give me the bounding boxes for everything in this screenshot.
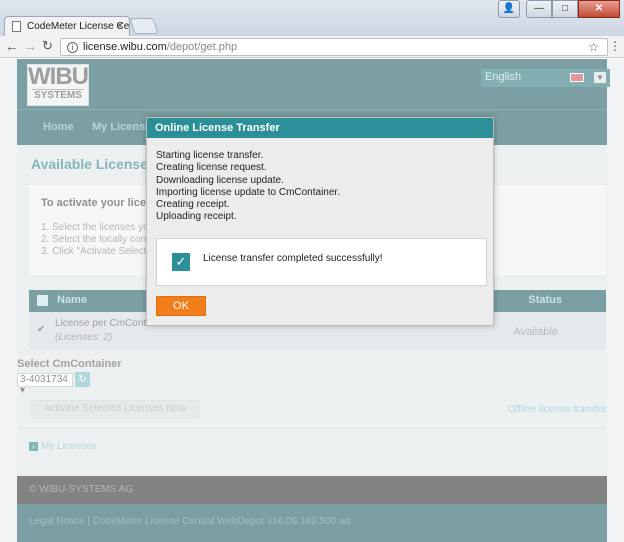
dialog-title: Online License Transfer	[147, 118, 493, 138]
browser-toolbar: ← → ↻ i license.wibu.com/depot/get.php ☆…	[0, 36, 624, 58]
browser-titlebar: CodeMeter License Centr × 👤 — □ ✕	[0, 0, 624, 36]
forward-icon[interactable]: →	[23, 38, 37, 54]
bookmark-star-icon[interactable]: ☆	[588, 40, 599, 54]
license-transfer-dialog: Online License Transfer Starting license…	[146, 117, 494, 326]
document-icon	[12, 21, 21, 32]
maximize-button[interactable]: □	[552, 0, 578, 18]
minimize-button[interactable]: —	[526, 0, 552, 18]
checkmark-icon: ✓	[172, 253, 190, 271]
reload-icon[interactable]: ↻	[42, 38, 53, 54]
address-bar[interactable]: i license.wibu.com/depot/get.php ☆	[60, 38, 608, 56]
url-path: /depot/get.php	[166, 41, 238, 53]
close-tab-icon[interactable]: ×	[117, 20, 123, 32]
log-line: Creating license request.	[156, 162, 267, 174]
back-icon[interactable]: ←	[5, 38, 19, 54]
user-icon[interactable]: 👤	[498, 0, 520, 18]
log-line: Downloading license update.	[156, 174, 284, 186]
info-icon[interactable]: i	[67, 42, 78, 53]
window-controls: 👤 — □ ✕	[498, 0, 620, 18]
tab-title: CodeMeter License Centr	[27, 21, 130, 32]
log-line: Creating receipt.	[156, 199, 230, 211]
new-tab-button[interactable]	[129, 18, 159, 34]
menu-dots-icon[interactable]: ⋮	[609, 39, 621, 53]
browser-tab[interactable]: CodeMeter License Centr ×	[4, 16, 130, 36]
success-message: License transfer completed successfully!	[203, 253, 383, 264]
close-window-button[interactable]: ✕	[578, 0, 620, 18]
success-panel: ✓ License transfer completed successfull…	[156, 238, 487, 286]
ok-button[interactable]: OK	[156, 296, 206, 316]
log-line: Starting license transfer.	[156, 150, 264, 161]
url-host: license.wibu.com	[83, 41, 167, 53]
log-line: Importing license update to CmContainer.	[156, 186, 340, 198]
log-line: Uploading receipt.	[156, 211, 237, 223]
transfer-log: Starting license transfer. Creating lice…	[156, 150, 340, 224]
